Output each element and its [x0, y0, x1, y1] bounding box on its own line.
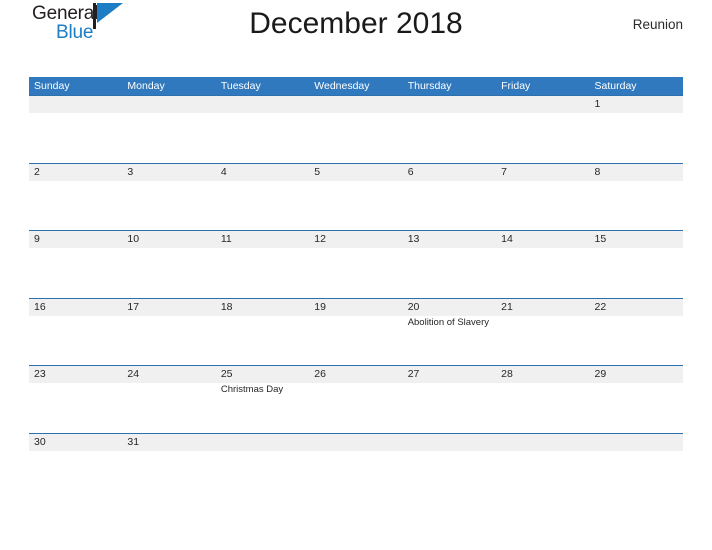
calendar-day-cell[interactable] — [122, 96, 215, 163]
calendar-day-cell[interactable]: 12 — [309, 231, 402, 298]
day-number: 2 — [34, 165, 40, 178]
calendar-day-cell[interactable]: 28 — [496, 366, 589, 433]
day-number: 6 — [407, 165, 414, 178]
calendar-day-cell[interactable]: 26 — [309, 366, 402, 433]
day-number: 24 — [127, 368, 140, 381]
weekday-monday: Monday — [127, 80, 165, 92]
day-number: 11 — [220, 233, 232, 246]
day-number: 28 — [501, 368, 513, 381]
day-number: 12 — [314, 233, 326, 246]
calendar-day-cell[interactable] — [403, 434, 496, 456]
calendar-day-cell[interactable]: 19 — [309, 299, 402, 366]
day-number: 8 — [594, 165, 601, 178]
calendar-day-cell[interactable]: 25 Christmas Day — [216, 366, 309, 433]
weekday-wednesday: Wednesday — [314, 80, 370, 92]
day-number: 20 — [407, 300, 420, 313]
calendar-week-row: 16 17 18 19 20 Abolition of Slavery 21 2… — [29, 297, 683, 366]
calendar-week-row: 9 10 11 12 13 14 15 — [29, 230, 683, 298]
day-number: 10 — [127, 233, 140, 246]
day-number: 21 — [501, 300, 513, 313]
day-number: 15 — [594, 233, 607, 246]
calendar-day-cell[interactable]: 27 — [403, 366, 496, 433]
weekday-thursday: Thursday — [407, 80, 452, 92]
day-number: 25 — [220, 368, 233, 381]
calendar-week-row: 23 24 25 Christmas Day 26 27 28 29 — [29, 365, 683, 433]
calendar-day-cell[interactable] — [216, 96, 309, 163]
calendar-day-cell[interactable] — [496, 96, 589, 163]
calendar-day-cell[interactable]: 7 — [496, 164, 589, 231]
calendar-day-cell[interactable]: 21 — [496, 299, 589, 366]
weekday-sunday: Sunday — [34, 80, 70, 92]
weekday-friday: Friday — [501, 80, 531, 92]
calendar-day-cell[interactable]: 6 — [403, 164, 496, 231]
calendar-day-cell[interactable] — [309, 434, 402, 456]
calendar-week-row: 30 31 — [29, 432, 683, 456]
calendar-day-cell[interactable]: 1 — [590, 96, 683, 163]
day-number: 3 — [127, 165, 134, 178]
weekday-header-row: Sunday Monday Tuesday Wednesday Thursday… — [29, 77, 683, 95]
day-number: 7 — [501, 165, 507, 178]
calendar-day-cell[interactable]: 23 — [29, 366, 122, 433]
day-number: 1 — [594, 98, 601, 110]
locale-label: Reunion — [632, 17, 683, 32]
calendar-day-cell[interactable] — [590, 434, 683, 456]
day-number: 23 — [34, 368, 46, 381]
calendar-day-cell[interactable]: 4 — [216, 164, 309, 231]
calendar-day-cell[interactable]: 2 — [29, 164, 122, 231]
weekday-saturday: Saturday — [594, 80, 637, 92]
calendar-day-cell[interactable] — [216, 434, 309, 456]
calendar-day-cell[interactable] — [309, 96, 402, 163]
calendar-day-cell[interactable]: 17 — [122, 299, 215, 366]
day-number: 9 — [34, 233, 40, 246]
day-number: 5 — [314, 165, 321, 178]
day-number: 26 — [314, 368, 326, 381]
calendar-day-cell[interactable]: 15 — [590, 231, 683, 298]
calendar-day-cell[interactable]: 24 — [122, 366, 215, 433]
calendar-day-cell[interactable] — [29, 96, 122, 163]
day-event-label: Christmas Day — [220, 384, 284, 396]
page-title: December 2018 — [249, 7, 463, 40]
calendar-day-cell[interactable]: 5 — [309, 164, 402, 231]
calendar-day-cell[interactable]: 13 — [403, 231, 496, 298]
day-number: 4 — [220, 165, 227, 178]
day-number: 31 — [127, 435, 140, 448]
calendar-day-cell[interactable]: 29 — [590, 366, 683, 433]
calendar-day-cell[interactable]: 31 — [122, 434, 215, 456]
calendar-day-cell[interactable]: 8 — [590, 164, 683, 231]
calendar-week-row: 2 3 4 5 6 7 8 — [29, 162, 683, 231]
day-number: 14 — [501, 233, 513, 246]
day-number: 22 — [594, 300, 607, 313]
day-number: 17 — [127, 300, 140, 313]
calendar-day-cell[interactable] — [496, 434, 589, 456]
calendar-day-cell[interactable] — [403, 96, 496, 163]
day-number: 13 — [407, 233, 420, 246]
calendar-day-cell[interactable]: 22 — [590, 299, 683, 366]
calendar-week-row: 1 — [29, 95, 683, 163]
day-number: 19 — [314, 300, 326, 313]
calendar-grid: Sunday Monday Tuesday Wednesday Thursday… — [29, 77, 683, 456]
calendar-day-cell[interactable]: 20 Abolition of Slavery — [403, 299, 496, 366]
day-number: 29 — [594, 368, 607, 381]
calendar-day-cell[interactable]: 11 — [216, 231, 309, 298]
day-event-label: Abolition of Slavery — [407, 316, 490, 328]
calendar-day-cell[interactable]: 30 — [29, 434, 122, 456]
day-number: 27 — [407, 368, 420, 381]
calendar-day-cell[interactable]: 18 — [216, 299, 309, 366]
day-number: 30 — [34, 435, 46, 448]
calendar-day-cell[interactable]: 14 — [496, 231, 589, 298]
calendar-day-cell[interactable]: 9 — [29, 231, 122, 298]
calendar-day-cell[interactable]: 3 — [122, 164, 215, 231]
weekday-tuesday: Tuesday — [220, 80, 261, 92]
calendar-page: General Blue December 2018 Reunion Sunda… — [0, 0, 712, 550]
day-number: 16 — [34, 300, 46, 313]
day-number: 18 — [220, 300, 233, 313]
calendar-day-cell[interactable]: 10 — [122, 231, 215, 298]
calendar-day-cell[interactable]: 16 — [29, 299, 122, 366]
page-header: General Blue December 2018 Reunion — [29, 0, 683, 52]
